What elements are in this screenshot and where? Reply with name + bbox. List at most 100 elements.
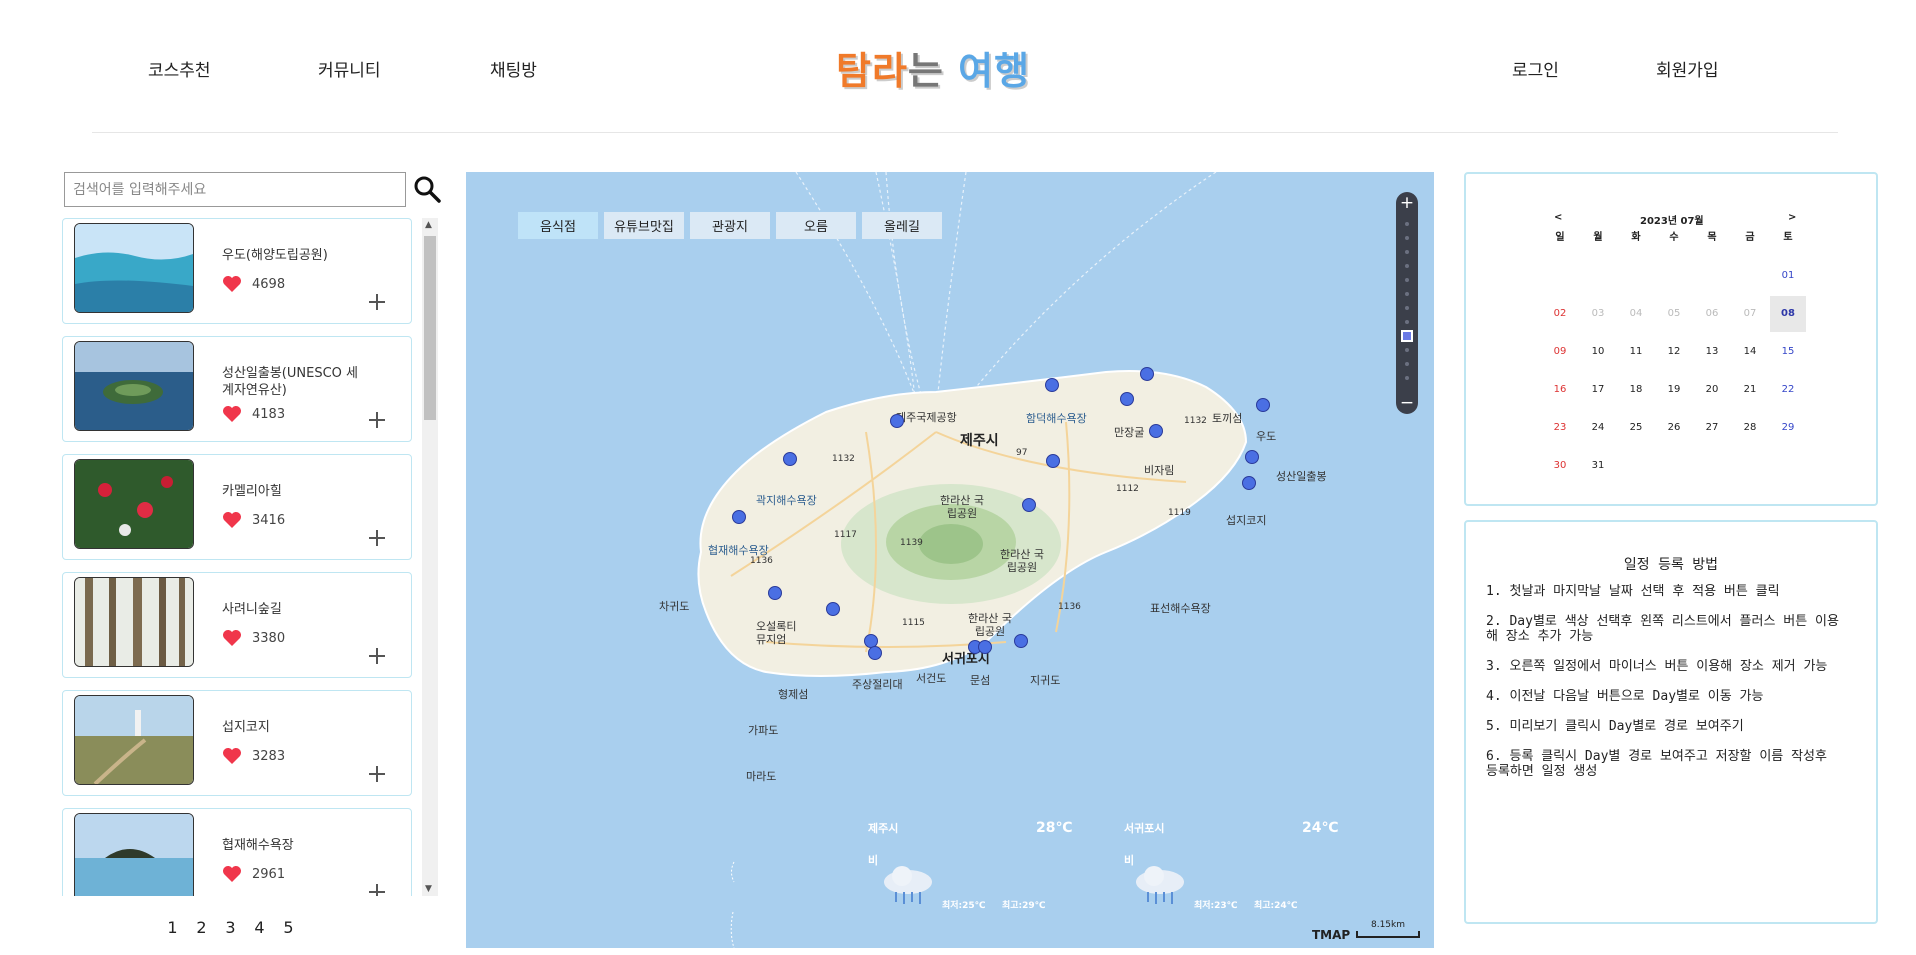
calendar-day[interactable]: 07: [1732, 296, 1768, 332]
place-list-scrollbar[interactable]: ▲ ▼: [422, 218, 438, 896]
map-marker[interactable]: [1022, 498, 1036, 512]
place-card[interactable]: 카멜리아힐 3416: [62, 454, 412, 560]
tab-olle-trail[interactable]: 올레길: [862, 212, 942, 239]
zoom-in-icon[interactable]: +: [1396, 192, 1418, 214]
calendar-day[interactable]: 04: [1618, 296, 1654, 332]
map-label: 함덕해수욕장: [1026, 412, 1087, 425]
nav-community[interactable]: 커뮤니티: [318, 56, 381, 81]
calendar-day[interactable]: 08: [1770, 296, 1806, 332]
scroll-up-arrow-icon[interactable]: ▲: [425, 220, 432, 230]
heart-icon: [223, 748, 241, 764]
page-link-5[interactable]: 5: [282, 918, 295, 937]
place-card[interactable]: 섭지코지 3283: [62, 690, 412, 796]
map-marker[interactable]: [1046, 454, 1060, 468]
heart-icon: [223, 512, 241, 528]
calendar-day[interactable]: 11: [1618, 334, 1654, 370]
login-link[interactable]: 로그인: [1512, 56, 1559, 81]
calendar-day[interactable]: 24: [1580, 410, 1616, 446]
tab-youtube-restaurant[interactable]: 유튜브맛집: [604, 212, 684, 239]
page-link-2[interactable]: 2: [195, 918, 208, 937]
page-link-1[interactable]: 1: [166, 918, 179, 937]
map-marker[interactable]: [826, 602, 840, 616]
place-card[interactable]: 우도(해양도립공원) 4698: [62, 218, 412, 324]
zoom-out-icon[interactable]: −: [1396, 392, 1418, 414]
guide-step: 6. 등록 클릭시 Day별 경로 보여주고 저장할 이름 작성후 등록하면 일…: [1486, 749, 1827, 779]
calendar-day[interactable]: 22: [1770, 372, 1806, 408]
scroll-down-arrow-icon[interactable]: ▼: [425, 884, 432, 894]
map-marker[interactable]: [1140, 367, 1154, 381]
zoom-slider-handle[interactable]: [1401, 330, 1413, 342]
calendar-day[interactable]: 02: [1542, 296, 1578, 332]
tab-restaurant[interactable]: 음식점: [518, 212, 598, 239]
calendar-day[interactable]: 27: [1694, 410, 1730, 446]
map-label: 가파도: [748, 724, 779, 737]
calendar-day[interactable]: 21: [1732, 372, 1768, 408]
map-marker[interactable]: [1149, 424, 1163, 438]
tab-attraction[interactable]: 관광지: [690, 212, 770, 239]
map-marker[interactable]: [732, 510, 746, 524]
map-view[interactable]: 음식점 유튜브맛집 관광지 오름 올레길 + − 제주국제공항 제주시 함덕해수…: [466, 172, 1434, 948]
tab-oreum[interactable]: 오름: [776, 212, 856, 239]
calendar-day[interactable]: 09: [1542, 334, 1578, 370]
map-marker[interactable]: [890, 414, 904, 428]
scrollbar-thumb[interactable]: [424, 236, 436, 420]
calendar-day[interactable]: 13: [1694, 334, 1730, 370]
add-place-plus-icon[interactable]: [366, 291, 388, 313]
calendar-day[interactable]: 10: [1580, 334, 1616, 370]
place-likes: 4183: [222, 405, 285, 423]
add-place-plus-icon[interactable]: [366, 763, 388, 785]
map-marker[interactable]: [868, 646, 882, 660]
calendar-day[interactable]: 29: [1770, 410, 1806, 446]
calendar-day[interactable]: 28: [1732, 410, 1768, 446]
map-marker[interactable]: [1256, 398, 1270, 412]
add-place-plus-icon[interactable]: [366, 409, 388, 431]
page-link-4[interactable]: 4: [253, 918, 266, 937]
place-card[interactable]: 협재해수욕장 2961: [62, 808, 412, 896]
map-marker[interactable]: [783, 452, 797, 466]
road-number: 1119: [1168, 508, 1191, 518]
calendar-day[interactable]: 12: [1656, 334, 1692, 370]
map-marker[interactable]: [768, 586, 782, 600]
nav-chat-room[interactable]: 채팅방: [490, 56, 537, 81]
calendar-day[interactable]: 25: [1618, 410, 1654, 446]
calendar-day[interactable]: 19: [1656, 372, 1692, 408]
calendar-day[interactable]: 16: [1542, 372, 1578, 408]
guide-step: 5. 미리보기 클릭시 Day별로 경로 보여주기: [1486, 719, 1744, 734]
signup-link[interactable]: 회원가입: [1656, 56, 1719, 81]
calendar-day[interactable]: 06: [1694, 296, 1730, 332]
map-marker[interactable]: [978, 640, 992, 654]
calendar-day[interactable]: 15: [1770, 334, 1806, 370]
nav-course-recommend[interactable]: 코스추천: [148, 56, 211, 81]
calendar-day[interactable]: 20: [1694, 372, 1730, 408]
weather-city: 서귀포시: [1124, 822, 1165, 835]
search-icon[interactable]: [412, 174, 442, 204]
weather-high: 최고:24℃: [1254, 901, 1298, 911]
page-link-3[interactable]: 3: [224, 918, 237, 937]
heart-icon: [223, 630, 241, 646]
map-marker[interactable]: [1245, 450, 1259, 464]
add-place-plus-icon[interactable]: [366, 527, 388, 549]
map-marker[interactable]: [1120, 392, 1134, 406]
place-card[interactable]: 사려니숲길 3380: [62, 572, 412, 678]
calendar-day[interactable]: 30: [1542, 448, 1578, 484]
map-marker[interactable]: [1242, 476, 1256, 490]
map-marker[interactable]: [1014, 634, 1028, 648]
site-logo[interactable]: 탐라는 여행: [836, 40, 1030, 95]
calendar-day[interactable]: 26: [1656, 410, 1692, 446]
weather-widget-jeju: 제주시 비: [868, 820, 898, 868]
map-label: 토끼섬: [1212, 412, 1243, 425]
calendar-day[interactable]: 03: [1580, 296, 1616, 332]
calendar-day[interactable]: 05: [1656, 296, 1692, 332]
calendar-day[interactable]: 18: [1618, 372, 1654, 408]
heart-icon: [223, 406, 241, 422]
add-place-plus-icon[interactable]: [366, 881, 388, 896]
place-card[interactable]: 성산일출봉(UNESCO 세계자연유산) 4183: [62, 336, 412, 442]
add-place-plus-icon[interactable]: [366, 645, 388, 667]
calendar-day[interactable]: 31: [1580, 448, 1616, 484]
map-marker[interactable]: [1045, 378, 1059, 392]
calendar-day[interactable]: 01: [1770, 258, 1806, 294]
calendar-day[interactable]: 14: [1732, 334, 1768, 370]
calendar-day[interactable]: 23: [1542, 410, 1578, 446]
search-input[interactable]: [65, 173, 405, 206]
calendar-day[interactable]: 17: [1580, 372, 1616, 408]
